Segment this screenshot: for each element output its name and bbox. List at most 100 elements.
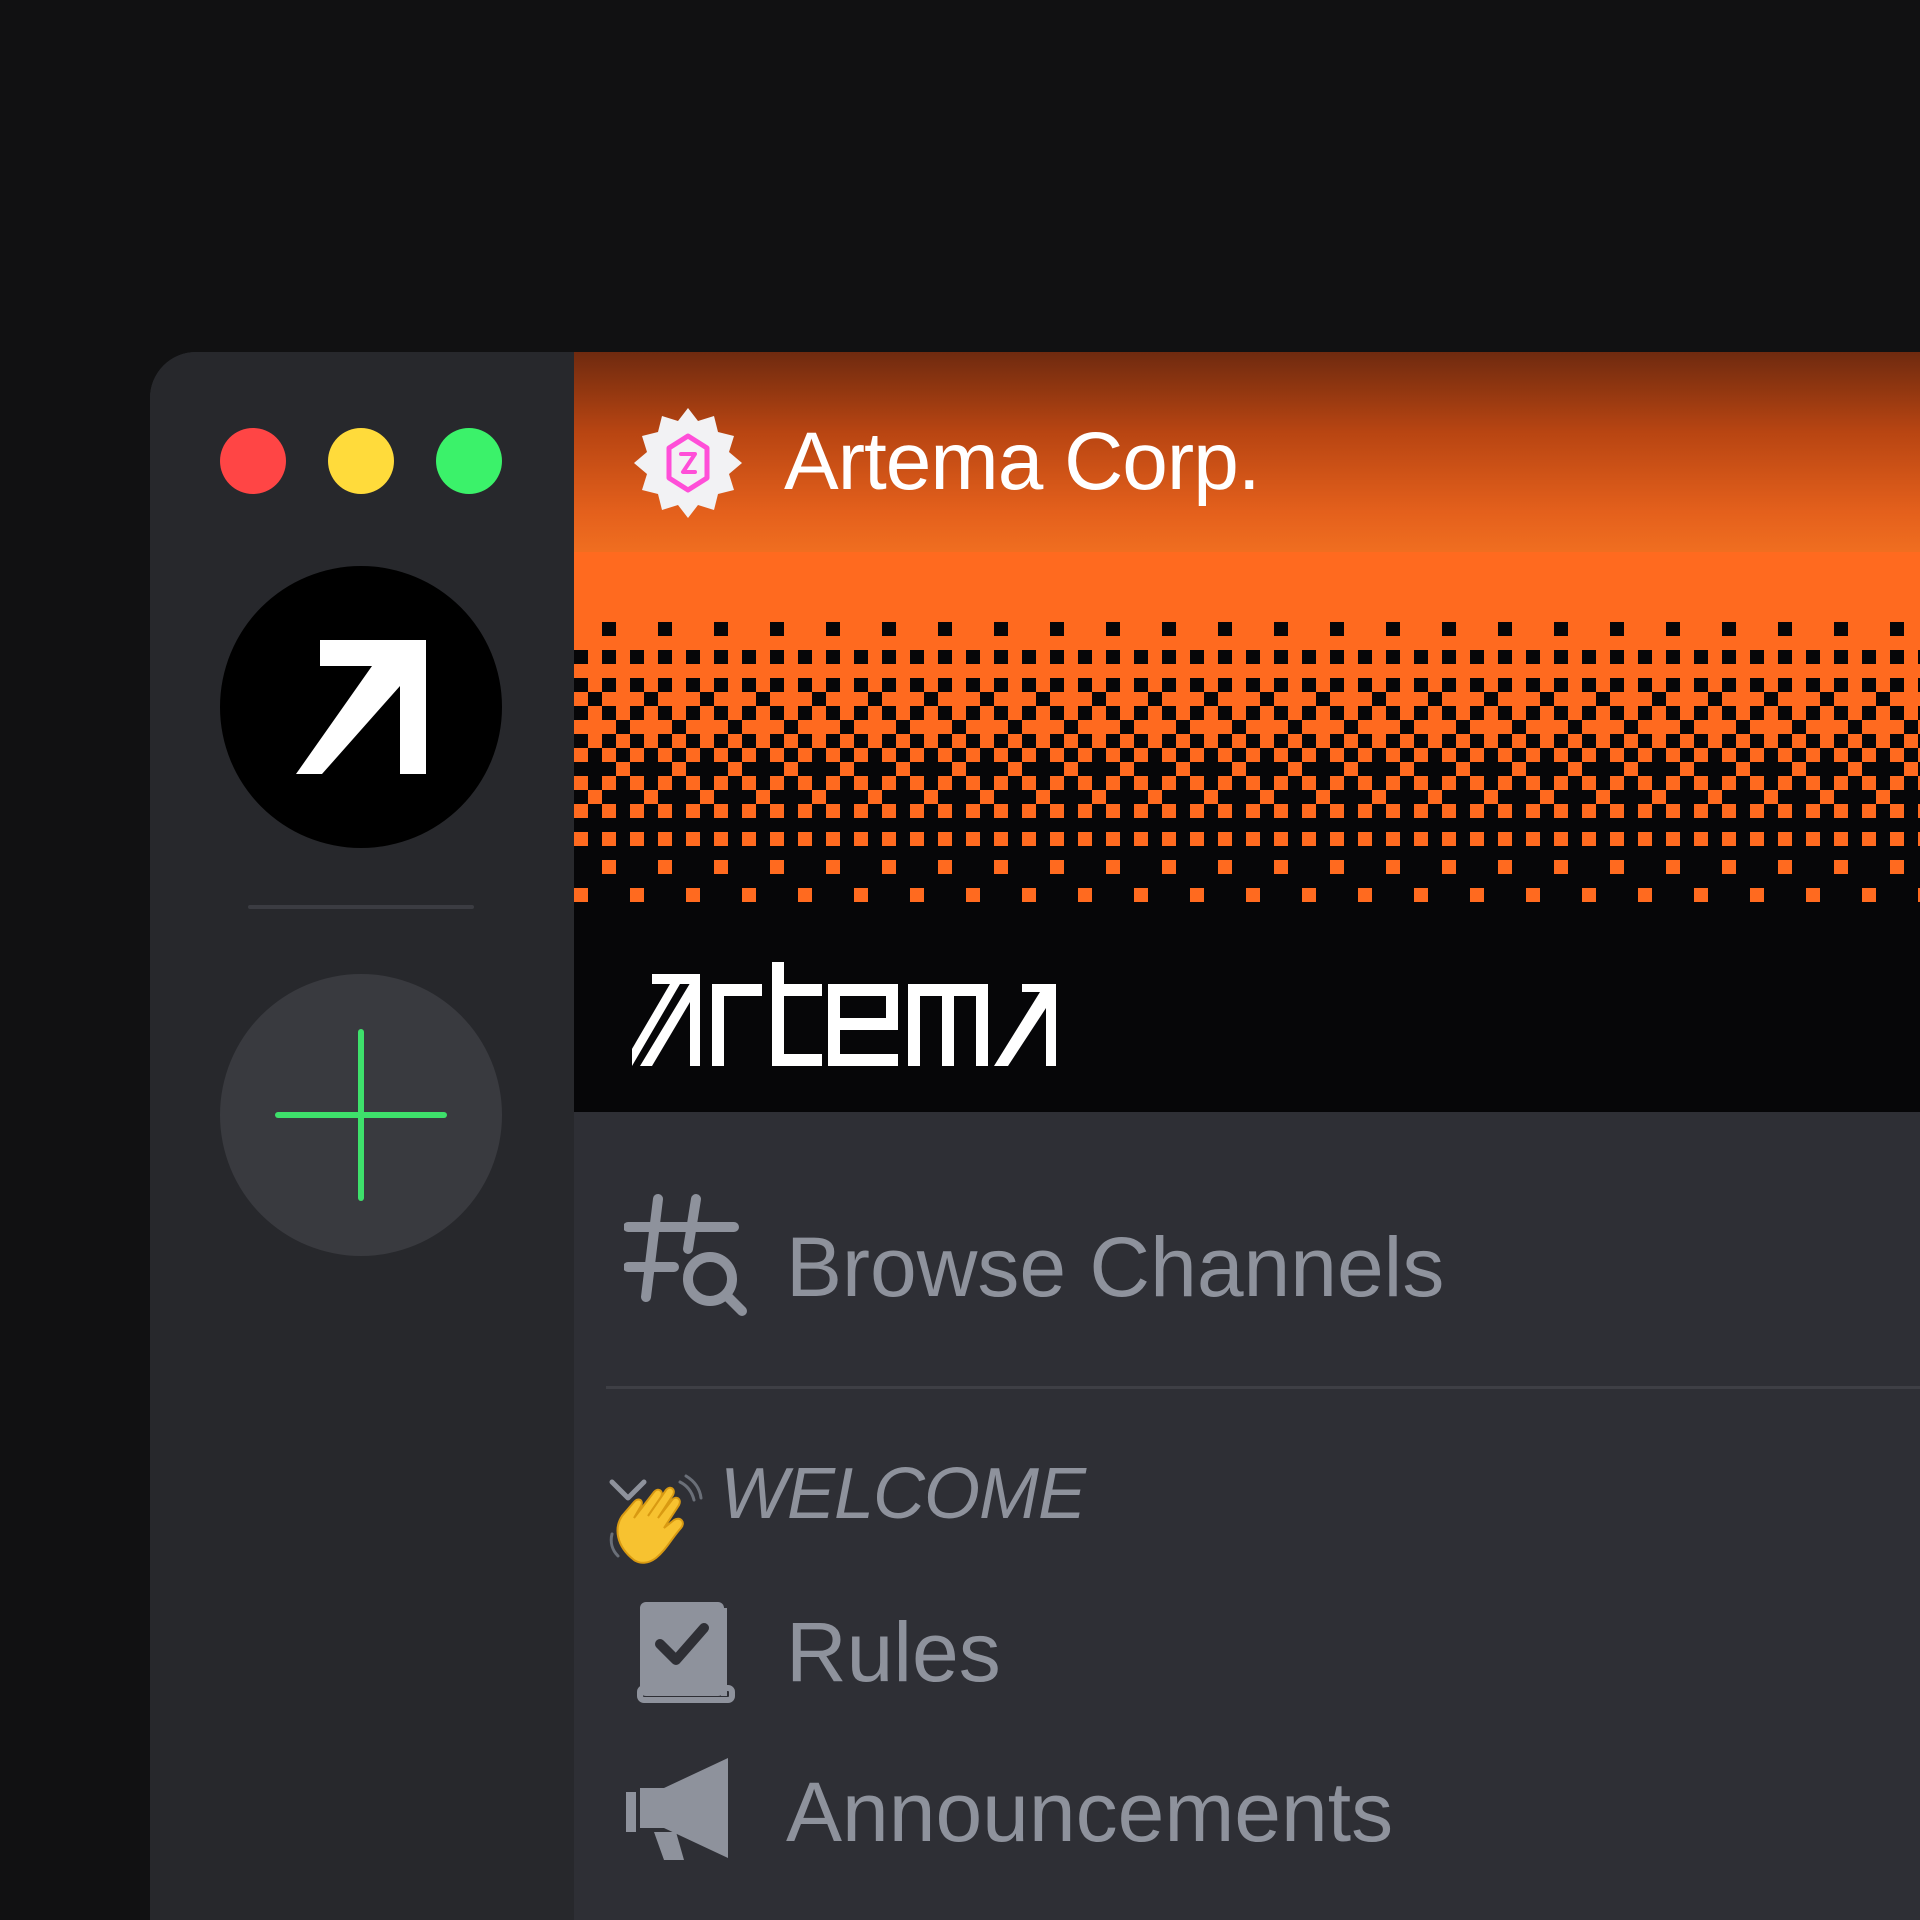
window-minimize-button[interactable] — [328, 428, 394, 494]
dither-pixel — [1358, 776, 1372, 790]
dither-pixel — [1456, 552, 1470, 566]
channel-announcements[interactable]: Announcements — [624, 1752, 1624, 1872]
dither-pixel — [1792, 566, 1806, 580]
dither-pixel — [1400, 552, 1414, 566]
dither-pixel — [896, 678, 910, 692]
dither-pixel — [980, 636, 994, 650]
dither-pixel — [1596, 678, 1610, 692]
dither-pixel — [1638, 608, 1652, 622]
dither-pixel — [1358, 804, 1372, 818]
server-name[interactable]: Artema Corp. — [784, 412, 1261, 512]
dither-pixel — [1386, 636, 1400, 650]
dither-pixel — [686, 636, 700, 650]
dither-pixel — [1834, 580, 1848, 594]
add-server-button[interactable] — [220, 974, 502, 1256]
dither-pixel — [700, 552, 714, 566]
dither-pixel — [1876, 664, 1890, 678]
dither-pixel — [1680, 594, 1694, 608]
dither-pixel — [1862, 664, 1876, 678]
dither-pixel — [1414, 748, 1428, 762]
dither-pixel — [980, 580, 994, 594]
dither-pixel — [1092, 706, 1106, 720]
dither-pixel — [1722, 664, 1736, 678]
window-close-button[interactable] — [220, 428, 286, 494]
dither-pixel — [1834, 636, 1848, 650]
dither-pixel — [1148, 622, 1162, 636]
dither-pixel — [1176, 692, 1190, 706]
dither-pixel — [854, 692, 868, 706]
dither-pixel — [658, 664, 672, 678]
dither-pixel — [1582, 552, 1596, 566]
window-zoom-button[interactable] — [436, 428, 502, 494]
dither-pixel — [574, 580, 588, 594]
dither-pixel — [1610, 608, 1624, 622]
dither-pixel — [1848, 636, 1862, 650]
dither-pixel — [1176, 650, 1190, 664]
dither-pixel — [1148, 734, 1162, 748]
dither-pixel — [1484, 706, 1498, 720]
dither-pixel — [658, 748, 672, 762]
dither-pixel — [1638, 888, 1652, 902]
dither-pixel — [784, 580, 798, 594]
dither-pixel — [1260, 580, 1274, 594]
dither-pixel — [1582, 594, 1596, 608]
dither-pixel — [1260, 790, 1274, 804]
dither-pixel — [1498, 566, 1512, 580]
dither-pixel — [854, 552, 868, 566]
dither-pixel — [630, 748, 644, 762]
dither-pixel — [1806, 580, 1820, 594]
dither-pixel — [1624, 706, 1638, 720]
dither-pixel — [1414, 594, 1428, 608]
dither-pixel — [854, 566, 868, 580]
dither-pixel — [1694, 888, 1708, 902]
dither-pixel — [1302, 566, 1316, 580]
dither-pixel — [1204, 678, 1218, 692]
browse-channels-button[interactable]: Browse Channels — [624, 1187, 1624, 1327]
dither-pixel — [868, 790, 882, 804]
dither-pixel — [1778, 720, 1792, 734]
dither-pixel — [1176, 636, 1190, 650]
server-icon-artema[interactable] — [220, 566, 502, 848]
dither-pixel — [588, 566, 602, 580]
dither-pixel — [784, 622, 798, 636]
dither-pixel — [1078, 776, 1092, 790]
dither-pixel — [1806, 748, 1820, 762]
dither-pixel — [1316, 594, 1330, 608]
dither-pixel — [1232, 762, 1246, 776]
dither-pixel — [1862, 832, 1876, 846]
dither-pixel — [1666, 664, 1680, 678]
dither-pixel — [1190, 804, 1204, 818]
dither-pixel — [1148, 720, 1162, 734]
dither-pixel — [1036, 580, 1050, 594]
dither-pixel — [1750, 664, 1764, 678]
dither-pixel — [1890, 566, 1904, 580]
dither-pixel — [1484, 678, 1498, 692]
rail-divider — [248, 905, 474, 909]
dither-pixel — [840, 664, 854, 678]
dither-pixel — [1176, 552, 1190, 566]
server-banner[interactable]: Artema Corp. — [574, 352, 1920, 1112]
category-welcome[interactable]: WELCOME — [604, 1440, 1504, 1564]
dither-pixel — [1456, 650, 1470, 664]
dither-pixel — [1554, 608, 1568, 622]
dither-pixel — [1512, 580, 1526, 594]
dither-pixel — [1736, 636, 1750, 650]
dither-pixel — [728, 594, 742, 608]
dither-pixel — [1414, 608, 1428, 622]
dither-pixel — [1470, 720, 1484, 734]
dither-pixel — [1372, 608, 1386, 622]
dither-pixel — [1008, 706, 1022, 720]
channel-rules[interactable]: Rules — [624, 1592, 1624, 1712]
dither-pixel — [1022, 832, 1036, 846]
dither-pixel — [1890, 692, 1904, 706]
dither-pixel — [1330, 776, 1344, 790]
dither-pixel — [700, 622, 714, 636]
dither-pixel — [1792, 734, 1806, 748]
dither-pixel — [1386, 748, 1400, 762]
dither-pixel — [1344, 650, 1358, 664]
dither-pixel — [1820, 706, 1834, 720]
dither-pixel — [602, 566, 616, 580]
dither-pixel — [1120, 594, 1134, 608]
dither-pixel — [1526, 566, 1540, 580]
dither-pixel — [1274, 552, 1288, 566]
